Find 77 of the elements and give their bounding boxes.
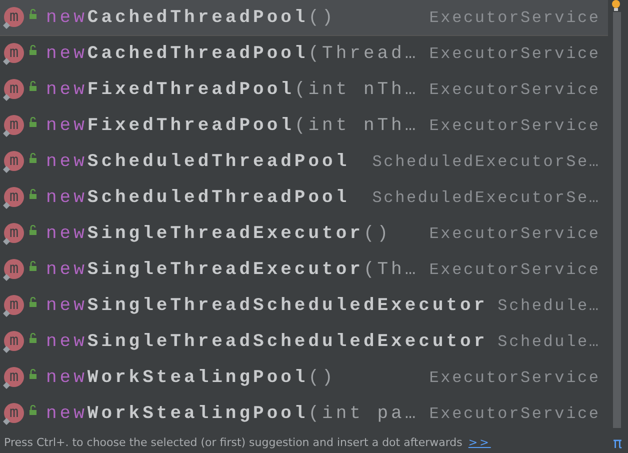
diamond-icon <box>3 346 10 353</box>
method-name: newWorkStealingPool() <box>46 368 336 388</box>
scrollbar-thumb[interactable] <box>613 12 622 428</box>
lock-icon <box>29 189 37 199</box>
lock-icon <box>29 45 37 55</box>
suggestion-item[interactable]: m new FixedThreadPool(int nTh… ExecutorService <box>0 72 608 108</box>
return-type: ExecutorService <box>428 117 600 135</box>
method-icon: m <box>4 331 24 351</box>
lock-icon <box>29 369 37 379</box>
diamond-icon <box>3 274 10 281</box>
more-link[interactable]: >> <box>468 436 491 449</box>
lock-icon <box>29 153 37 163</box>
diamond-icon <box>3 22 10 28</box>
method-name: newSingleThreadScheduledExecutor <box>46 332 488 352</box>
suggestion-item[interactable]: m newWorkStealingPool(int pa… ExecutorService <box>0 396 608 432</box>
suggestion-item[interactable]: m newSingleThreadExecutor(Th… ExecutorService <box>0 252 608 288</box>
hint-text: Press Ctrl+. to choose the selected (or first) suggestion and insert a dot afterwards <box>4 436 462 449</box>
method-name: newSingleThreadScheduledExecutor <box>46 296 488 316</box>
method-name: newScheduledThreadPool <box>46 152 350 172</box>
return-type: ExecutorService <box>428 45 600 63</box>
diamond-icon <box>3 238 10 245</box>
return-type: ExecutorService <box>428 405 600 423</box>
method-name: newScheduledThreadPool <box>46 188 350 208</box>
suggestion-item[interactable]: m newSingleThreadScheduledExecutor Schedule… <box>0 324 608 360</box>
diamond-icon <box>3 310 10 317</box>
lock-icon <box>29 297 37 307</box>
return-type: ExecutorService <box>428 261 600 279</box>
lock-icon <box>29 261 37 271</box>
diamond-icon <box>3 130 10 137</box>
return-type: ExecutorService <box>428 81 600 99</box>
method-icon: m <box>4 187 24 207</box>
lightbulb-icon[interactable] <box>611 0 622 12</box>
return-type: ExecutorService <box>428 369 600 387</box>
lock-icon <box>29 333 37 343</box>
method-icon: m <box>4 115 24 135</box>
suggestion-item[interactable]: m newWorkStealingPool() ExecutorService <box>0 360 608 396</box>
diamond-icon <box>3 58 10 65</box>
method-name: new FixedThreadPool(int nTh… <box>46 116 419 136</box>
method-name: newWorkStealingPool(int pa… <box>46 404 419 424</box>
return-type: ScheduledExecutorSe… <box>371 153 600 171</box>
suggestion-item[interactable]: m newScheduledThreadPool ScheduledExecutorSe… <box>0 180 608 216</box>
diamond-icon <box>3 166 10 173</box>
lock-icon <box>29 117 37 127</box>
method-icon: m <box>4 367 24 387</box>
lock-icon <box>29 8 37 18</box>
method-icon: m <box>4 295 24 315</box>
method-icon: m <box>4 6 24 26</box>
method-icon: m <box>4 151 24 171</box>
method-icon: m <box>4 79 24 99</box>
method-icon: m <box>4 259 24 279</box>
lock-icon <box>29 405 37 415</box>
method-name: newSingleThreadExecutor(Th… <box>46 260 419 280</box>
suggestion-item[interactable]: m newSingleThreadExecutor() ExecutorService <box>0 216 608 252</box>
method-icon: m <box>4 223 24 243</box>
suggestion-item[interactable]: m newSingleThreadScheduledExecutor Schedule… <box>0 288 608 324</box>
method-name: newCachedThreadPool(Thread… <box>46 44 419 64</box>
diamond-icon <box>3 202 10 209</box>
lock-icon <box>29 225 37 235</box>
suggestion-item[interactable]: m newCachedThreadPool(Thread… ExecutorService <box>0 36 608 72</box>
diamond-icon <box>3 418 10 425</box>
method-name: new FixedThreadPool(int nTh… <box>46 80 419 100</box>
suggestion-item[interactable]: m newScheduledThreadPool ScheduledExecutorSe… <box>0 144 608 180</box>
lock-icon <box>29 81 37 91</box>
diamond-icon <box>3 94 10 101</box>
return-type: ScheduledExecutorSe… <box>371 189 600 207</box>
return-type: Schedule… <box>496 333 600 351</box>
suggestion-item[interactable]: m newCachedThreadPool() ExecutorService <box>0 0 608 36</box>
method-icon: m <box>4 403 24 423</box>
return-type: ExecutorService <box>428 8 600 26</box>
diamond-icon <box>3 382 10 389</box>
return-type: ExecutorService <box>428 225 600 243</box>
method-name: newCachedThreadPool() <box>46 8 336 28</box>
suggestion-item[interactable]: m new FixedThreadPool(int nTh… ExecutorService <box>0 108 608 144</box>
return-type: Schedule… <box>496 297 600 315</box>
method-icon: m <box>4 43 24 63</box>
pi-icon[interactable]: π <box>612 434 622 452</box>
method-name: newSingleThreadExecutor() <box>46 224 392 244</box>
